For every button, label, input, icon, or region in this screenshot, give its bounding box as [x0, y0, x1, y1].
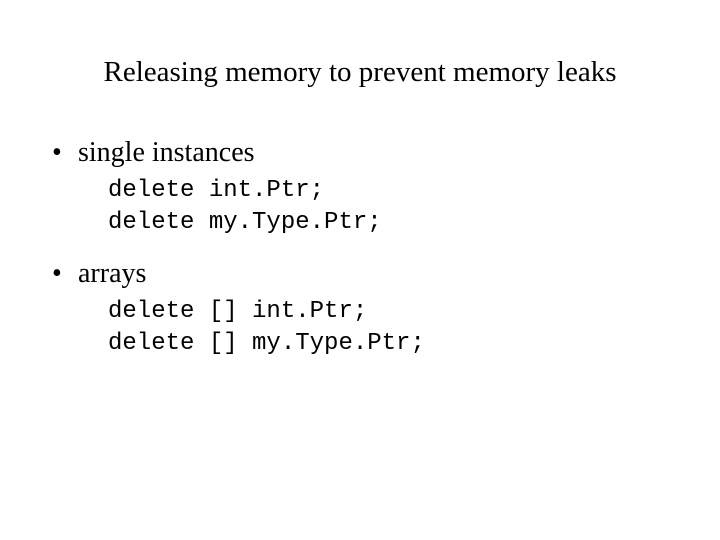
slide-title: Releasing memory to prevent memory leaks: [50, 56, 670, 89]
list-item: • single instances delete int.Ptr; delet…: [50, 137, 670, 240]
code-block: delete int.Ptr; delete my.Type.Ptr;: [108, 175, 670, 240]
bullet-label: single instances: [78, 137, 670, 169]
bullet-row: • arrays: [50, 258, 670, 290]
slide: Releasing memory to prevent memory leaks…: [0, 0, 720, 540]
list-item: • arrays delete [] int.Ptr; delete [] my…: [50, 258, 670, 361]
bullet-icon: •: [50, 258, 78, 290]
bullet-list: • single instances delete int.Ptr; delet…: [50, 137, 670, 361]
bullet-row: • single instances: [50, 137, 670, 169]
bullet-icon: •: [50, 137, 78, 169]
code-block: delete [] int.Ptr; delete [] my.Type.Ptr…: [108, 296, 670, 361]
bullet-label: arrays: [78, 258, 670, 290]
